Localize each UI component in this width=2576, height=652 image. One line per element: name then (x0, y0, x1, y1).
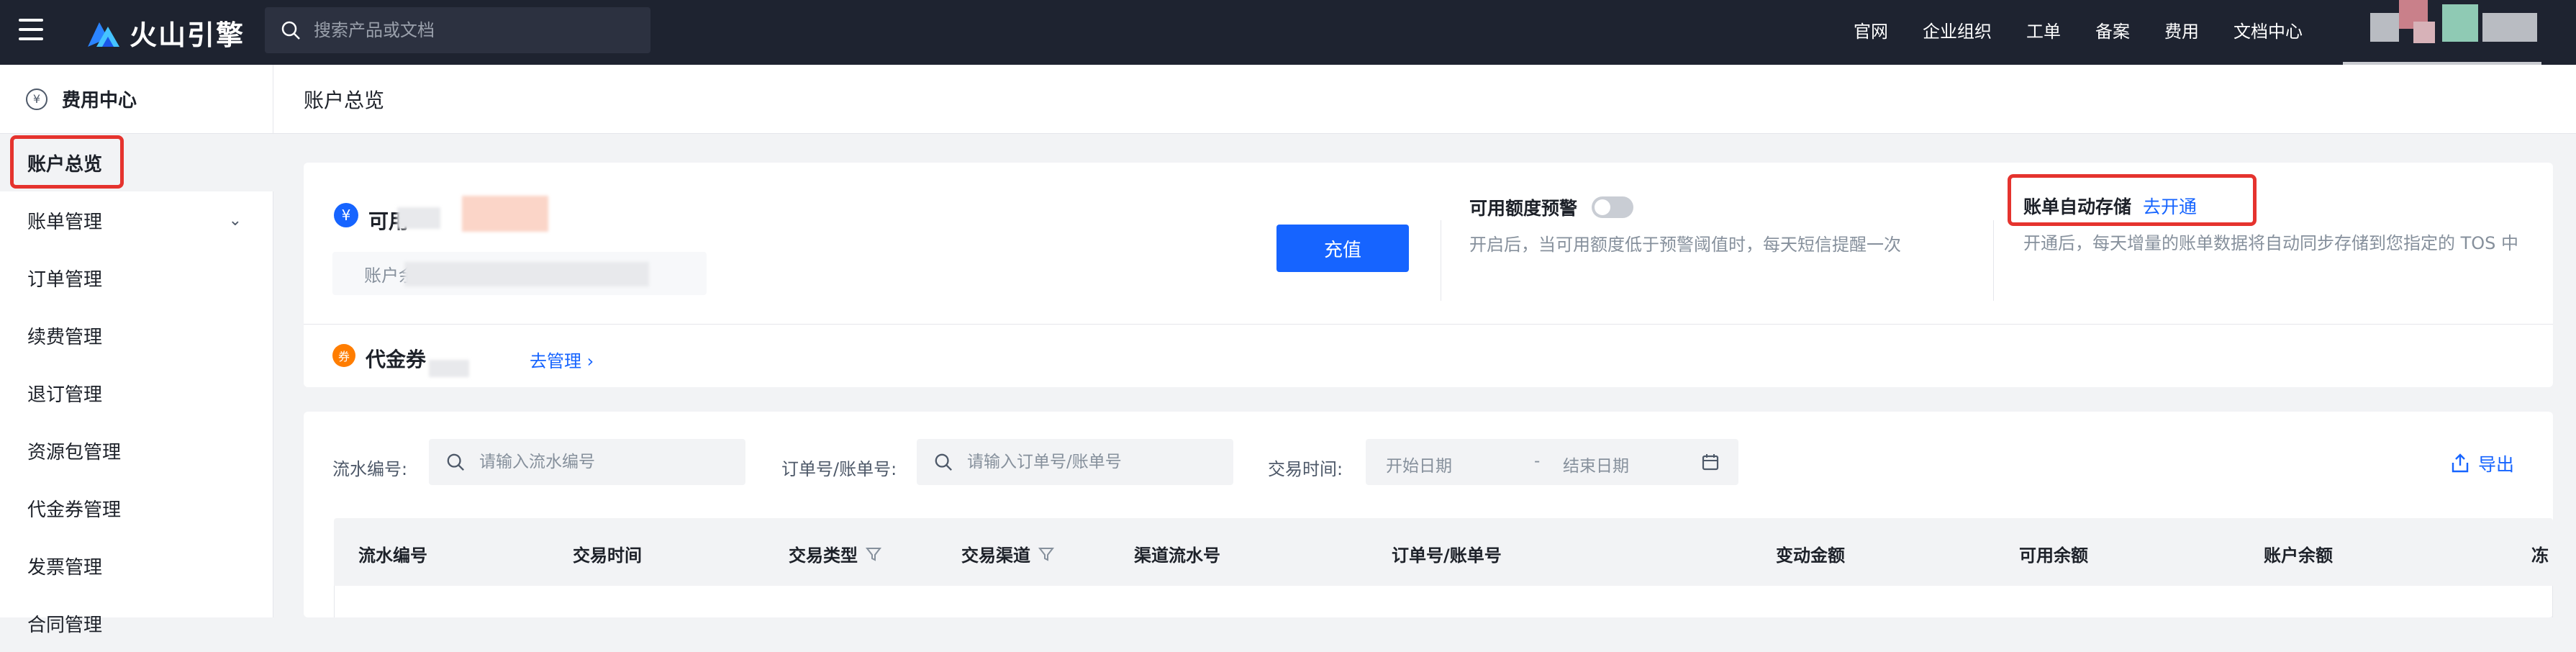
nav-docs[interactable]: 文档中心 (2233, 17, 2303, 42)
search-icon (935, 453, 952, 471)
sidebar-item-order-management[interactable]: 订单管理 (0, 249, 273, 307)
column-frozen: 冻 (2531, 545, 2549, 566)
table-body (334, 586, 2553, 617)
date-separator: - (1534, 452, 1541, 471)
serial-number-input[interactable] (479, 453, 695, 471)
chevron-right-icon: › (586, 351, 594, 371)
sidebar-item-label: 订单管理 (27, 268, 103, 291)
top-bar: 火山引擎 官网 企业组织 工单 备案 费用 文档中心 (0, 0, 2576, 65)
column-change-amount: 变动金额 (1776, 545, 1845, 566)
volcano-logo-icon (88, 22, 119, 47)
column-serial: 流水编号 (358, 545, 427, 566)
nav-filing[interactable]: 备案 (2095, 17, 2130, 42)
column-time: 交易时间 (573, 545, 642, 566)
manage-coupon-link[interactable]: 去管理 › (530, 347, 594, 372)
nav-billing[interactable]: 费用 (2164, 17, 2199, 42)
quota-alert-desc: 开启后，当可用额度低于预警阈值时，每天短信提醒一次 (1469, 235, 1901, 255)
column-available-balance: 可用余额 (2019, 545, 2088, 566)
divider (1993, 220, 1994, 301)
sidebar-item-label: 账单管理 (27, 211, 103, 233)
coupon-icon: 券 (332, 344, 355, 367)
quota-alert-label: 可用额度预警 (1469, 198, 1578, 219)
sidebar-item-label: 续费管理 (27, 326, 103, 348)
recharge-button[interactable]: 充值 (1276, 225, 1409, 272)
search-input[interactable] (314, 20, 630, 40)
sidebar-item-renewal-management[interactable]: 续费管理 (0, 307, 273, 364)
calendar-icon[interactable] (1701, 453, 1720, 471)
yen-circle-icon: ¥ (334, 203, 358, 227)
filter-icon[interactable] (1038, 545, 1055, 563)
sidebar-item-label: 资源包管理 (27, 441, 122, 463)
sidebar-item-unsubscribe-management[interactable]: 退订管理 (0, 364, 273, 422)
column-channel-serial: 渠道流水号 (1134, 545, 1220, 566)
export-icon (2452, 453, 2469, 473)
column-order-bill: 订单号/账单号 (1392, 545, 1502, 566)
user-avatar-pixelated[interactable] (2367, 0, 2540, 56)
quota-alert-toggle[interactable] (1592, 196, 1634, 218)
time-filter-label: 交易时间: (1268, 459, 1343, 479)
masked-amount (462, 196, 548, 232)
yen-icon: ¥ (26, 88, 47, 110)
divider (304, 324, 2553, 325)
column-channel-label: 交易渠道 (961, 545, 1030, 566)
serial-filter-label: 流水编号: (332, 459, 408, 479)
sidebar-item-label: 退订管理 (27, 384, 103, 406)
sidebar-item-invoice-management[interactable]: 发票管理 (0, 537, 273, 594)
export-label: 导出 (2478, 454, 2515, 475)
start-date-input[interactable]: 开始日期 (1386, 452, 1452, 476)
manage-coupon-label: 去管理 (530, 351, 581, 371)
chevron-down-icon: ⌄ (228, 211, 242, 230)
sidebar-item-label: 合同管理 (27, 614, 103, 636)
brand-name: 火山引擎 (130, 19, 245, 51)
sidebar-item-label: 代金券管理 (27, 499, 122, 521)
filter-icon[interactable] (865, 545, 882, 563)
highlight-box-auto-storage (2008, 174, 2257, 226)
sidebar-item-label: 发票管理 (27, 556, 103, 579)
coupon-label: 代金券 (366, 348, 427, 371)
masked-amount (397, 207, 440, 229)
masked-coupon-amount (429, 360, 469, 377)
sidebar-title: 费用中心 (62, 90, 137, 112)
column-channel: 交易渠道 (961, 541, 1055, 566)
date-range-picker[interactable]: 开始日期 - 结束日期 (1366, 439, 1738, 485)
search-icon (281, 21, 300, 40)
order-filter-box[interactable] (917, 439, 1233, 485)
serial-filter-box[interactable] (429, 439, 745, 485)
transaction-card: 流水编号: 订单号/账单号: 交易时间: 开始日期 - 结束日期 导出 流水编号… (304, 412, 2553, 617)
export-button[interactable]: 导出 (2451, 450, 2514, 476)
page-title: 账户总览 (273, 65, 2576, 134)
end-date-input[interactable]: 结束日期 (1563, 452, 1629, 476)
nav-ticket[interactable]: 工单 (2026, 17, 2061, 42)
column-account-balance: 账户余额 (2264, 545, 2333, 566)
sidebar-item-resource-package[interactable]: 资源包管理 (0, 422, 273, 479)
quota-alert-title: 可用额度预警 (1469, 194, 1634, 220)
column-type-label: 交易类型 (789, 545, 858, 566)
order-filter-label: 订单号/账单号: (781, 459, 897, 479)
auto-storage-desc: 开通后，每天增量的账单数据将自动同步存储到您指定的 TOS 中 (2023, 233, 2519, 253)
menu-icon[interactable] (19, 19, 43, 45)
logo[interactable]: 火山引擎 (86, 13, 245, 52)
sidebar-item-bill-management[interactable]: 账单管理 ⌄ (0, 191, 273, 249)
search-icon (447, 453, 464, 471)
search-box[interactable] (265, 7, 650, 53)
order-number-input[interactable] (967, 453, 1183, 471)
sidebar-header: ¥ 费用中心 (0, 65, 273, 134)
nav-enterprise-org[interactable]: 企业组织 (1923, 17, 1992, 42)
masked-balance-detail (404, 262, 649, 286)
sidebar-item-contract-management[interactable]: 合同管理 (0, 594, 273, 652)
table-header: 流水编号 交易时间 交易类型 交易渠道 渠道流水号 订单号/账单号 变动金额 可… (334, 518, 2553, 586)
column-type: 交易类型 (789, 541, 882, 566)
top-nav: 官网 企业组织 工单 备案 费用 文档中心 (1854, 0, 2337, 59)
highlight-box-account-overview (10, 135, 124, 189)
nav-official-site[interactable]: 官网 (1854, 17, 1888, 42)
sidebar-item-coupon-management[interactable]: 代金券管理 (0, 479, 273, 537)
